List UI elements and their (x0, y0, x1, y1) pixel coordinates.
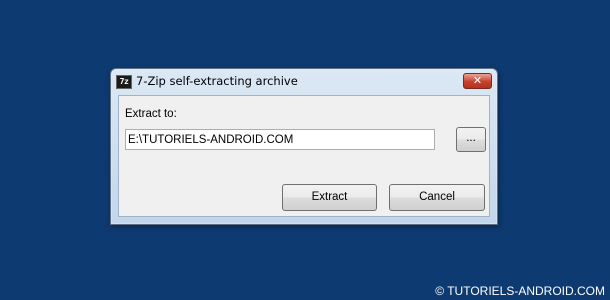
window-title: 7-Zip self-extracting archive (136, 74, 298, 88)
dialog-client-area: Extract to: ... Extract Cancel (118, 95, 490, 217)
title-bar[interactable]: 7z 7-Zip self-extracting archive ✕ (111, 69, 497, 95)
extract-button[interactable]: Extract (282, 184, 377, 211)
extract-to-label: Extract to: (125, 108, 177, 120)
cancel-button[interactable]: Cancel (389, 184, 485, 211)
extract-path-input[interactable] (125, 129, 435, 150)
browse-button[interactable]: ... (456, 127, 486, 152)
close-icon: ✕ (472, 74, 483, 87)
7zip-app-icon: 7z (116, 75, 132, 89)
sfx-dialog-window: 7z 7-Zip self-extracting archive ✕ Extra… (110, 68, 498, 225)
watermark-text: © TUTORIELS-ANDROID.COM (435, 284, 605, 298)
close-button[interactable]: ✕ (463, 73, 492, 89)
